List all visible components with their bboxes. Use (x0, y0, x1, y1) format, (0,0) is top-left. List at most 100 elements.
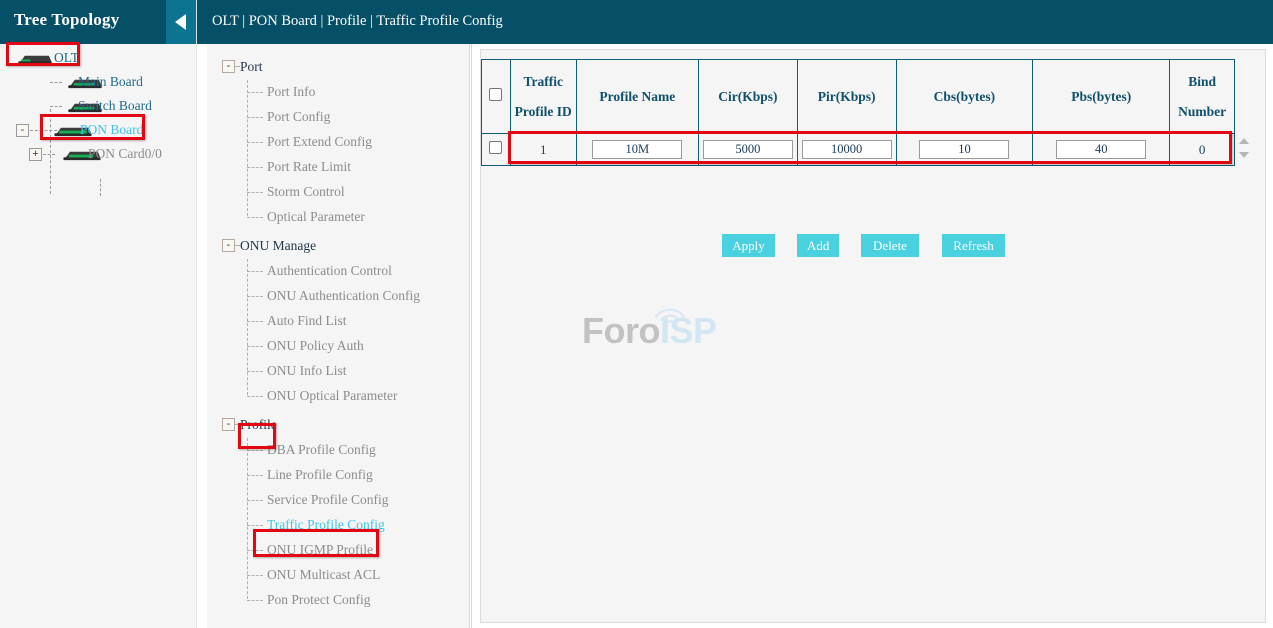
tree-node-label: PON Board (80, 122, 143, 138)
delete-button[interactable]: Delete (861, 234, 919, 257)
column-header-pbs: Pbs(bytes) (1033, 60, 1170, 134)
menu-item-port-info[interactable]: Port Info (207, 80, 469, 105)
menu-expander-toggle[interactable]: - (222, 60, 235, 73)
menu-item-label: Authentication Control (267, 263, 392, 279)
column-header-cir: Cir(Kbps) (699, 60, 798, 134)
menu-item-dba-profile-config[interactable]: DBA Profile Config (207, 438, 469, 463)
watermark-foro: Foro (582, 310, 660, 351)
menu-item-label: Line Profile Config (267, 467, 373, 483)
tree-tick-line (43, 154, 55, 155)
column-header-pir: Pir(Kbps) (797, 60, 896, 134)
menu-group-profile[interactable]: - Profile (207, 413, 469, 438)
menu-tick (247, 217, 263, 218)
menu-item-port-config[interactable]: Port Config (207, 105, 469, 130)
menu-tick (247, 271, 263, 272)
triangle-down-icon[interactable] (1239, 152, 1249, 158)
table-row[interactable]: 1 (482, 134, 1235, 166)
add-button[interactable]: Add (797, 234, 839, 257)
row-checkbox[interactable] (489, 141, 502, 154)
tree-tick-line (50, 106, 62, 107)
menu-tick (247, 500, 263, 501)
menu-group-onu-manage[interactable]: - ONU Manage (207, 234, 469, 259)
menu-tick (247, 117, 263, 118)
right-edge-spacer (1266, 44, 1273, 628)
menu-item-label: Service Profile Config (267, 492, 388, 508)
menu-item-service-profile-config[interactable]: Service Profile Config (207, 488, 469, 513)
tree-node-label: Switch Board (78, 98, 152, 114)
menu-item-port-extend-config[interactable]: Port Extend Config (207, 130, 469, 155)
menu-item-traffic-profile-config[interactable]: Traffic Profile Config (207, 513, 469, 538)
pir-input[interactable] (802, 140, 892, 159)
tree-node-pon-board[interactable]: - PON Board (0, 118, 196, 142)
tree-topology-header: Tree Topology (0, 0, 196, 44)
menu-item-onu-info-list[interactable]: ONU Info List (207, 359, 469, 384)
menu-item-label: Port Extend Config (267, 134, 372, 150)
menu-item-label: Pon Protect Config (267, 592, 371, 608)
select-all-header (482, 60, 511, 134)
tree-node-label: PON Card0/0 (88, 146, 162, 162)
menu-item-pon-protect-config[interactable]: Pon Protect Config (207, 588, 469, 613)
application-window: Tree Topology OLT (0, 0, 1273, 628)
menu-tick (247, 475, 263, 476)
header-line-2: Number (1171, 97, 1233, 127)
menu-group-port[interactable]: - Port (207, 55, 469, 80)
tree-node-main-board[interactable]: Main Board (0, 70, 196, 94)
menu-group-label: Port (240, 59, 263, 75)
apply-button[interactable]: Apply (722, 234, 775, 257)
pbs-input[interactable] (1056, 140, 1146, 159)
cbs-input[interactable] (919, 140, 1009, 159)
profile-name-input[interactable] (592, 140, 682, 159)
menu-item-label: ONU Info List (267, 363, 347, 379)
menu-group-label: ONU Manage (240, 238, 316, 254)
menu-expander-toggle[interactable]: - (222, 418, 235, 431)
tree-node-pon-card[interactable]: + PON Card0/0 (0, 142, 196, 166)
menu-tick (247, 92, 263, 93)
tree-expander-toggle[interactable]: + (29, 148, 42, 161)
menu-tick (247, 575, 263, 576)
menu-item-optical-parameter[interactable]: Optical Parameter (207, 205, 469, 230)
header-line-1: Traffic (512, 67, 575, 97)
menu-item-port-rate-limit[interactable]: Port Rate Limit (207, 155, 469, 180)
menu-item-line-profile-config[interactable]: Line Profile Config (207, 463, 469, 488)
tree-expander-toggle[interactable]: - (16, 124, 29, 137)
traffic-profile-table: Traffic Profile ID Profile Name Cir(Kbps… (481, 59, 1235, 166)
cell-cir (699, 134, 798, 166)
main-content-area: ForoISP Traffic Profile ID Profile Name (471, 44, 1273, 628)
menu-item-auto-find-list[interactable]: Auto Find List (207, 309, 469, 334)
action-button-row: Apply Add Delete Refresh (481, 234, 1235, 258)
menu-item-label: ONU Policy Auth (267, 338, 364, 354)
menu-group-label: Profile (240, 417, 277, 433)
header-line-1: Bind (1171, 67, 1233, 97)
refresh-button[interactable]: Refresh (942, 234, 1005, 257)
triangle-up-icon[interactable] (1239, 138, 1249, 144)
tree-node-label: OLT (54, 50, 79, 66)
row-scroll-spinner[interactable] (1237, 133, 1251, 165)
menu-item-storm-control[interactable]: Storm Control (207, 180, 469, 205)
cell-pbs (1033, 134, 1170, 166)
menu-tick (247, 550, 263, 551)
column-header-bind-number: Bind Number (1170, 60, 1235, 134)
menu-item-label: Auto Find List (267, 313, 347, 329)
column-header-cbs: Cbs(bytes) (896, 60, 1033, 134)
navigation-menu-panel[interactable]: - Port Port Info Port Config Port Extend… (207, 44, 470, 628)
tree-node-switch-board[interactable]: Switch Board (0, 94, 196, 118)
tree-node-olt[interactable]: OLT (0, 46, 196, 70)
menu-tick (247, 525, 263, 526)
cell-pir (797, 134, 896, 166)
menu-tick (247, 396, 263, 397)
cir-input[interactable] (703, 140, 793, 159)
menu-item-onu-policy-auth[interactable]: ONU Policy Auth (207, 334, 469, 359)
panel-collapse-button[interactable] (166, 0, 196, 44)
menu-item-onu-multicast-acl[interactable]: ONU Multicast ACL (207, 563, 469, 588)
menu-item-onu-authentication-config[interactable]: ONU Authentication Config (207, 284, 469, 309)
menu-item-label: DBA Profile Config (267, 442, 376, 458)
tree-topology-body: OLT Main Board Switc (0, 44, 196, 166)
cell-cbs (896, 134, 1033, 166)
menu-expander-toggle[interactable]: - (222, 239, 235, 252)
menu-item-onu-igmp-profile[interactable]: ONU IGMP Profile (207, 538, 469, 563)
menu-item-authentication-control[interactable]: Authentication Control (207, 259, 469, 284)
select-all-checkbox[interactable] (489, 88, 502, 101)
menu-item-label: ONU Authentication Config (267, 288, 420, 304)
menu-item-onu-optical-parameter[interactable]: ONU Optical Parameter (207, 384, 469, 409)
device-icon (16, 52, 54, 65)
